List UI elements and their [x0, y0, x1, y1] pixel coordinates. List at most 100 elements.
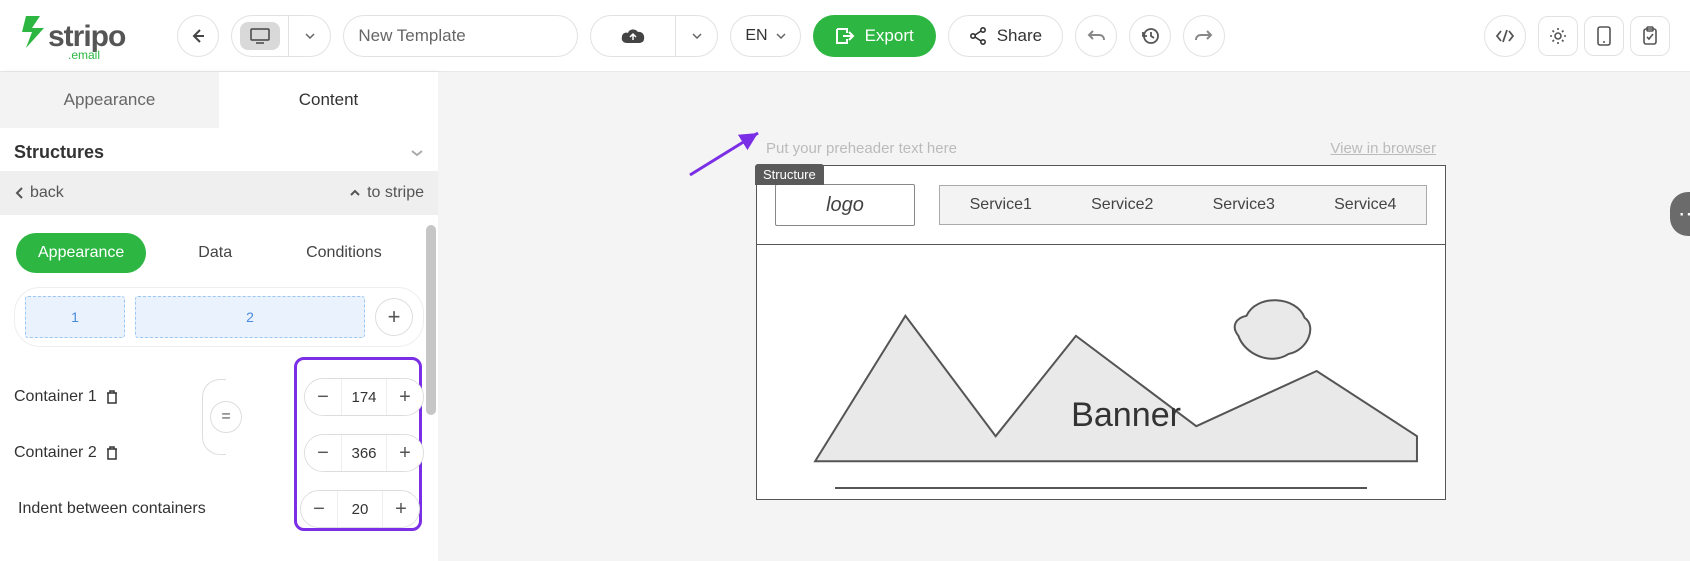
column-2[interactable]: 2: [135, 296, 365, 338]
back-label: back: [30, 184, 64, 202]
delete-container-2[interactable]: [105, 445, 119, 461]
nav-item-2[interactable]: Service2: [1091, 196, 1153, 214]
indent-row: Indent between containers − 20 +: [14, 481, 424, 537]
email-header-structure[interactable]: logo Service1 Service2 Service3 Service4: [756, 165, 1446, 244]
chevron-down-icon: [410, 149, 424, 157]
decrement-button[interactable]: −: [301, 491, 337, 527]
caret-down-icon: [692, 33, 702, 39]
template-title[interactable]: New Template: [343, 15, 578, 57]
section-structures[interactable]: Structures: [0, 128, 438, 171]
to-stripe-label: to stripe: [367, 184, 424, 202]
email-banner-structure[interactable]: Banner: [756, 244, 1446, 500]
mobile-icon: [1597, 26, 1611, 46]
container-1-width-value[interactable]: 174: [341, 379, 387, 415]
brand-sub: .email: [68, 48, 165, 62]
export-label: Export: [865, 26, 914, 46]
stripo-logo-icon: [20, 14, 46, 50]
email-logo-placeholder[interactable]: logo: [775, 184, 915, 226]
share-label: Share: [997, 26, 1042, 46]
container-2-width-stepper: − 366 +: [304, 434, 424, 472]
save-cloud-caret[interactable]: [675, 16, 717, 56]
undo-button[interactable]: [1075, 15, 1117, 57]
tab-content[interactable]: Content: [219, 72, 438, 128]
sidebar: Appearance Content Structures back to st…: [0, 72, 438, 561]
structure-tag[interactable]: Structure: [755, 164, 824, 185]
decrement-button[interactable]: −: [305, 379, 341, 415]
subtab-data[interactable]: Data: [176, 233, 254, 273]
canvas[interactable]: Put your preheader text here View in bro…: [438, 72, 1690, 561]
divider-line: [835, 487, 1367, 489]
desktop-view-button[interactable]: [240, 22, 280, 50]
cloud-upload-icon: [620, 27, 646, 45]
save-cloud-button[interactable]: [591, 16, 675, 56]
chevron-left-icon: [14, 186, 24, 200]
viewport-toggle[interactable]: [231, 15, 331, 57]
column-layout-picker: 1 2 +: [14, 287, 424, 347]
trash-icon: [105, 445, 119, 461]
back-to-stripe[interactable]: back to stripe: [0, 171, 438, 215]
container-2-width-value[interactable]: 366: [341, 435, 387, 471]
arrow-left-icon: [190, 28, 206, 44]
export-button[interactable]: Export: [813, 15, 936, 57]
banner-placeholder-icon: Banner: [775, 271, 1427, 481]
section-title: Structures: [14, 142, 104, 163]
history-button[interactable]: [1129, 15, 1171, 57]
container-rows: = Container 1 − 174 +: [10, 365, 428, 537]
clipboard-check-icon: [1642, 26, 1658, 46]
preheader-row: Put your preheader text here View in bro…: [756, 136, 1446, 165]
indent-stepper: − 20 +: [300, 490, 420, 528]
indent-value[interactable]: 20: [337, 491, 383, 527]
container-1-width-stepper: − 174 +: [304, 378, 424, 416]
increment-button[interactable]: +: [387, 379, 423, 415]
indent-label: Indent between containers: [18, 500, 206, 518]
nav-item-3[interactable]: Service3: [1213, 196, 1275, 214]
subtab-appearance[interactable]: Appearance: [16, 233, 146, 273]
back-button[interactable]: [177, 15, 219, 57]
increment-button[interactable]: +: [387, 435, 423, 471]
column-1[interactable]: 1: [25, 296, 125, 338]
nav-item-1[interactable]: Service1: [970, 196, 1032, 214]
export-icon: [835, 27, 855, 45]
banner-text: Banner: [1071, 396, 1181, 434]
gear-icon: [1549, 27, 1567, 45]
preview-device-button[interactable]: [1584, 16, 1624, 56]
desktop-icon: [250, 28, 270, 44]
redo-icon: [1195, 29, 1213, 43]
plus-icon: +: [388, 304, 401, 330]
container-1-label: Container 1: [14, 388, 97, 406]
structure-subtabs: Appearance Data Conditions: [10, 215, 428, 287]
canvas-more-button[interactable]: ⋯: [1670, 192, 1690, 236]
nav-item-4[interactable]: Service4: [1334, 196, 1396, 214]
right-tools: [1538, 16, 1670, 56]
clipboard-button[interactable]: [1630, 16, 1670, 56]
language-picker[interactable]: EN: [730, 15, 800, 57]
email-nav[interactable]: Service1 Service2 Service3 Service4: [939, 185, 1427, 225]
delete-container-1[interactable]: [105, 389, 119, 405]
add-column-button[interactable]: +: [375, 298, 413, 336]
email-preview: Put your preheader text here View in bro…: [756, 136, 1446, 500]
share-button[interactable]: Share: [948, 15, 1063, 57]
view-in-browser-link[interactable]: View in browser: [1330, 140, 1436, 157]
container-2-label: Container 2: [14, 444, 97, 462]
brand-logo: stripo .email: [20, 10, 165, 62]
sidebar-tabs: Appearance Content: [0, 72, 438, 128]
equalize-button[interactable]: =: [210, 401, 242, 433]
save-cloud-group: [590, 15, 718, 57]
chevron-up-icon: [349, 189, 361, 197]
increment-button[interactable]: +: [383, 491, 419, 527]
history-icon: [1141, 27, 1159, 45]
subtab-conditions[interactable]: Conditions: [284, 233, 404, 273]
caret-down-icon: [305, 33, 315, 39]
tab-appearance[interactable]: Appearance: [0, 72, 219, 128]
viewport-caret[interactable]: [288, 16, 330, 56]
code-view-button[interactable]: [1484, 15, 1526, 57]
template-title-text: New Template: [358, 26, 465, 46]
redo-button[interactable]: [1183, 15, 1225, 57]
settings-button[interactable]: [1538, 16, 1578, 56]
decrement-button[interactable]: −: [305, 435, 341, 471]
dots-icon: ⋯: [1678, 201, 1690, 227]
topbar: stripo .email New Template EN: [0, 0, 1690, 72]
share-icon: [969, 27, 987, 45]
preheader-placeholder[interactable]: Put your preheader text here: [766, 140, 957, 157]
panel-body: Appearance Data Conditions 1 2 + = Conta…: [0, 215, 438, 561]
